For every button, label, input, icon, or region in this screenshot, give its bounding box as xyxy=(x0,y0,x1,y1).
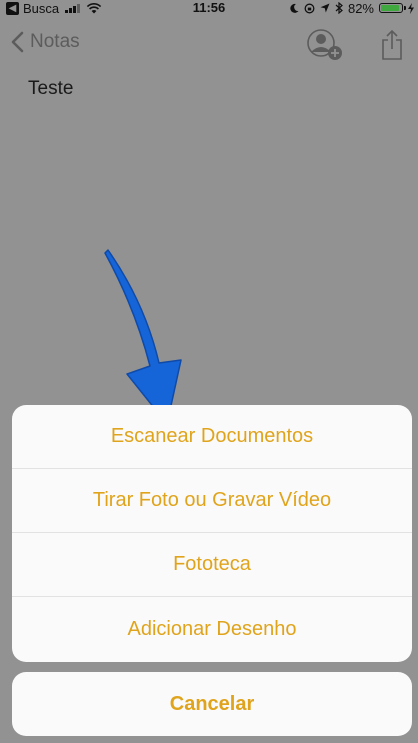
status-bar: ◀ Busca 11:56 82% xyxy=(0,0,418,18)
add-people-icon[interactable] xyxy=(306,28,344,62)
back-button[interactable]: Notas xyxy=(10,30,80,54)
battery-percentage: 82% xyxy=(347,0,374,16)
location-icon xyxy=(320,3,330,13)
cancel-button[interactable]: Cancelar xyxy=(12,672,412,736)
scan-documents-option[interactable]: Escanear Documentos xyxy=(12,405,412,469)
status-bar-right: 82% xyxy=(289,0,414,16)
bluetooth-icon xyxy=(335,2,343,14)
share-icon[interactable] xyxy=(380,29,404,61)
take-photo-or-video-option[interactable]: Tirar Foto ou Gravar Vídeo xyxy=(12,469,412,533)
note-title: Teste xyxy=(28,78,74,99)
blue-arrow-icon xyxy=(104,249,182,425)
add-drawing-option[interactable]: Adicionar Desenho xyxy=(12,597,412,662)
orientation-lock-icon xyxy=(304,3,315,13)
chevron-left-icon xyxy=(11,31,24,53)
moon-icon xyxy=(290,3,299,13)
battery-icon xyxy=(379,3,406,13)
back-button-label: Notas xyxy=(30,31,80,52)
navigation-bar: Notas xyxy=(0,22,418,66)
nav-actions xyxy=(306,28,404,62)
photo-library-option[interactable]: Fototeca xyxy=(12,533,412,597)
action-sheet: Escanear Documentos Tirar Foto ou Gravar… xyxy=(12,405,412,662)
charging-bolt-icon xyxy=(408,2,414,14)
